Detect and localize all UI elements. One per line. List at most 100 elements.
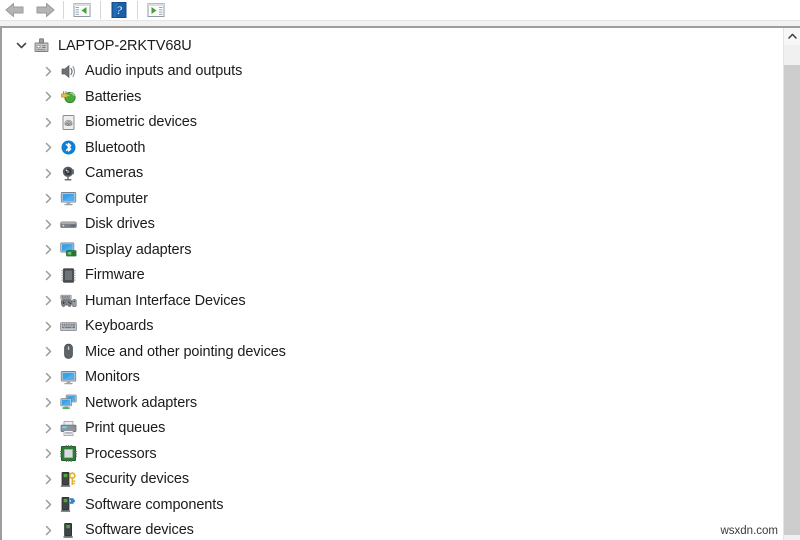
back-button[interactable] (0, 0, 30, 20)
tree-item-label: Audio inputs and outputs (85, 63, 243, 79)
tree-item-label: Disk drives (85, 216, 155, 232)
chevron-right-icon[interactable] (39, 499, 57, 510)
device-tree-panel: LAPTOP-2RKTV68U Audio inputs and outputs (0, 28, 800, 540)
tree-item-software-devices[interactable]: Software devices (2, 518, 772, 540)
chevron-right-icon[interactable] (39, 193, 57, 204)
tree-item-label: Processors (85, 445, 157, 462)
tree-item-security-devices[interactable]: Security devices (2, 467, 772, 493)
svg-text:?: ? (116, 3, 122, 17)
tree-item-audio-inputs-and-outputs[interactable]: Audio inputs and outputs (2, 59, 772, 85)
keyboard-icon (57, 318, 79, 335)
tree-item-label: Monitors (85, 369, 140, 385)
tree-root-label: LAPTOP-2RKTV68U (58, 37, 192, 54)
mouse-icon (57, 343, 79, 360)
tree-item-label: Batteries (85, 88, 142, 105)
tree-item-biometric-devices[interactable]: Biometric devices (2, 110, 772, 136)
computer-node-icon (30, 37, 52, 54)
tree-item-human-interface-devices[interactable]: Human Interface Devices (2, 288, 772, 314)
chevron-right-icon[interactable] (39, 91, 57, 102)
help-button[interactable]: ? (104, 0, 134, 20)
chevron-right-icon[interactable] (39, 525, 57, 536)
chevron-right-icon[interactable] (39, 168, 57, 179)
printer-icon (57, 420, 79, 437)
tree-item-label: Cameras (85, 165, 144, 181)
firmware-chip-icon (57, 267, 79, 284)
monitor-screen-icon (57, 369, 79, 386)
chevron-right-icon[interactable] (39, 295, 57, 306)
device-tree: LAPTOP-2RKTV68U Audio inputs and outputs (2, 33, 772, 540)
chevron-right-icon[interactable] (39, 142, 57, 153)
vertical-scrollbar[interactable] (783, 28, 800, 540)
chevron-right-icon[interactable] (39, 244, 57, 255)
tree-item-disk-drives[interactable]: Disk drives (2, 212, 772, 238)
fingerprint-icon (57, 114, 79, 131)
chevron-right-icon[interactable] (39, 346, 57, 357)
show-hide-console-tree-icon (73, 3, 91, 17)
battery-icon (57, 88, 79, 105)
chevron-right-icon[interactable] (39, 397, 57, 408)
monitor-icon (57, 190, 79, 207)
software-device-icon (57, 522, 79, 539)
tree-item-label: Display adapters (85, 241, 192, 258)
show-hide-tree-button[interactable] (67, 0, 97, 20)
tree-item-firmware[interactable]: Firmware (2, 263, 772, 289)
tree-item-display-adapters[interactable]: Display adapters (2, 237, 772, 263)
camera-icon (57, 165, 79, 182)
back-arrow-icon (5, 3, 24, 17)
chevron-right-icon[interactable] (39, 219, 57, 230)
scroll-up-button[interactable] (784, 28, 800, 45)
tree-item-keyboards[interactable]: Keyboards (2, 314, 772, 340)
display-adapter-icon (57, 241, 79, 258)
scroll-up-arrow-icon (787, 33, 797, 39)
chevron-right-icon[interactable] (39, 372, 57, 383)
tree-item-label: Computer (85, 190, 148, 207)
tree-item-network-adapters[interactable]: Network adapters (2, 390, 772, 416)
tree-item-batteries[interactable]: Batteries (2, 84, 772, 110)
tree-item-software-components[interactable]: Software components (2, 492, 772, 518)
toolbar-separator-2 (100, 1, 101, 19)
properties-panel-icon (147, 3, 165, 17)
tree-item-label: Mice and other pointing devices (85, 343, 286, 360)
chevron-right-icon[interactable] (39, 474, 57, 485)
toolbar-separator-1 (63, 1, 64, 19)
tree-item-processors[interactable]: Processors (2, 441, 772, 467)
security-key-icon (57, 471, 79, 488)
tree-item-label: Firmware (85, 267, 145, 283)
tree-item-bluetooth[interactable]: Bluetooth (2, 135, 772, 161)
tree-item-label: Human Interface Devices (85, 292, 246, 309)
chevron-down-icon[interactable] (12, 40, 30, 51)
watermark: wsxdn.com (720, 525, 778, 537)
chevron-right-icon[interactable] (39, 321, 57, 332)
tree-item-monitors[interactable]: Monitors (2, 365, 772, 391)
chevron-right-icon[interactable] (39, 66, 57, 77)
tree-root-node[interactable]: LAPTOP-2RKTV68U (2, 33, 772, 59)
chevron-right-icon[interactable] (39, 423, 57, 434)
toolbar-separator-3 (137, 1, 138, 19)
help-question-icon: ? (111, 2, 127, 18)
bluetooth-icon (57, 139, 79, 156)
forward-arrow-icon (36, 3, 55, 17)
network-adapter-icon (57, 394, 79, 411)
tree-item-label: Software components (85, 496, 224, 513)
tree-item-label: Bluetooth (85, 139, 146, 156)
tree-item-computer[interactable]: Computer (2, 186, 772, 212)
tree-item-label: Software devices (85, 522, 194, 538)
tree-item-label: Keyboards (85, 318, 154, 334)
properties-button[interactable] (141, 0, 171, 20)
scrollbar-track[interactable] (784, 45, 800, 540)
toolbar: ? (0, 0, 800, 20)
tree-item-cameras[interactable]: Cameras (2, 161, 772, 187)
chevron-right-icon[interactable] (39, 270, 57, 281)
chevron-right-icon[interactable] (39, 448, 57, 459)
disk-drive-icon (57, 216, 79, 233)
scrollbar-thumb[interactable] (784, 65, 800, 535)
forward-button[interactable] (30, 0, 60, 20)
tree-item-label: Print queues (85, 420, 166, 436)
toolbar-empty-area (171, 0, 800, 20)
speaker-icon (57, 63, 79, 80)
tree-item-print-queues[interactable]: Print queues (2, 416, 772, 442)
tree-item-mice-and-other-pointing-devices[interactable]: Mice and other pointing devices (2, 339, 772, 365)
tree-item-label: Biometric devices (85, 114, 197, 130)
tree-item-label: Network adapters (85, 394, 198, 411)
chevron-right-icon[interactable] (39, 117, 57, 128)
